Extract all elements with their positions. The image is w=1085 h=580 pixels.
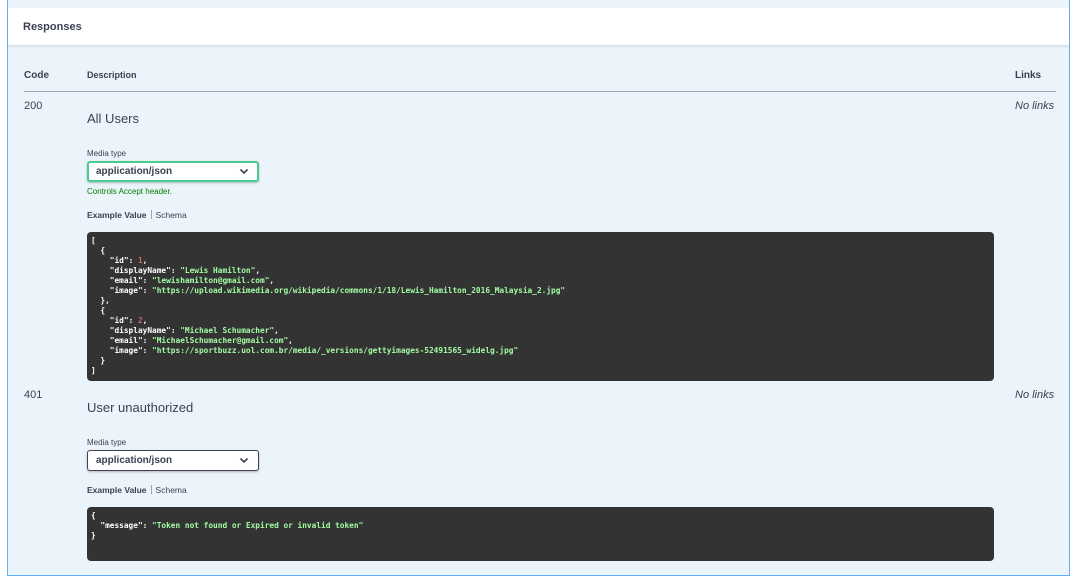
json-string: "Lewis Hamilton" [180,266,256,275]
controls-accept-note: Controls Accept header. [87,187,172,196]
example-tabs-200: Example Value Schema [87,210,187,220]
json-string: "MichaelSchumacher@gmail.com" [152,336,289,345]
json-string: "Michael Schumacher" [180,326,275,335]
tab-schema[interactable]: Schema [156,485,187,495]
tab-example-value[interactable]: Example Value [87,210,147,220]
table-header-divider [24,91,1056,92]
json-key: "displayName" [109,266,171,275]
tab-divider [150,485,152,494]
responses-panel: Responses Code Description Links 200 No … [7,0,1070,576]
media-type-select-200[interactable]: application/json [87,161,259,182]
tab-divider [150,210,152,219]
response-code-200: 200 [24,100,43,112]
responses-section-header: Responses [8,8,1069,46]
media-type-label: Media type [87,149,127,158]
example-value-401: { "message": "Token not found or Expired… [87,507,994,561]
tab-schema[interactable]: Schema [156,210,187,220]
json-open-brace: { [91,511,96,520]
example-value-200: [ { "id": 1, "displayName": "Lewis Hamil… [87,232,994,381]
column-header-code: Code [24,70,49,81]
json-key: "id" [109,316,129,325]
json-string: "lewishamilton@gmail.com" [152,276,270,285]
json-key: "image" [109,286,143,295]
json-key: "displayName" [109,326,171,335]
response-code-401: 401 [24,389,43,401]
json-key: "id" [109,256,129,265]
column-header-links: Links [1015,70,1042,81]
json-string: "Token not found or Expired or invalid t… [152,521,364,530]
json-key: "email" [109,336,143,345]
column-header-description: Description [87,70,137,80]
chevron-down-icon [239,457,249,464]
json-key: "image" [109,346,143,355]
response-links-200: No links [1015,100,1055,112]
json-number: 1 [137,256,143,265]
response-description-200: All Users [87,111,140,126]
media-type-select-401[interactable]: application/json [87,450,259,471]
json-string: "https://upload.wikimedia.org/wikipedia/… [152,286,566,295]
media-type-label: Media type [87,438,127,447]
json-key: "message" [100,521,143,530]
json-key: "email" [109,276,143,285]
response-links-401: No links [1015,389,1055,401]
chevron-down-icon [239,168,249,175]
media-type-value: application/json [96,166,173,177]
json-open-bracket: [ [91,236,96,245]
response-description-401: User unauthorized [87,400,194,415]
json-close-bracket: ] [91,366,96,375]
json-number: 2 [137,316,143,325]
json-string: "https://sportbuzz.uol.com.br/media/_ver… [152,346,519,355]
media-type-value: application/json [96,455,173,466]
example-tabs-401: Example Value Schema [87,485,187,495]
section-title: Responses [23,21,82,33]
tab-example-value[interactable]: Example Value [87,485,147,495]
json-close-brace: } [91,531,96,540]
